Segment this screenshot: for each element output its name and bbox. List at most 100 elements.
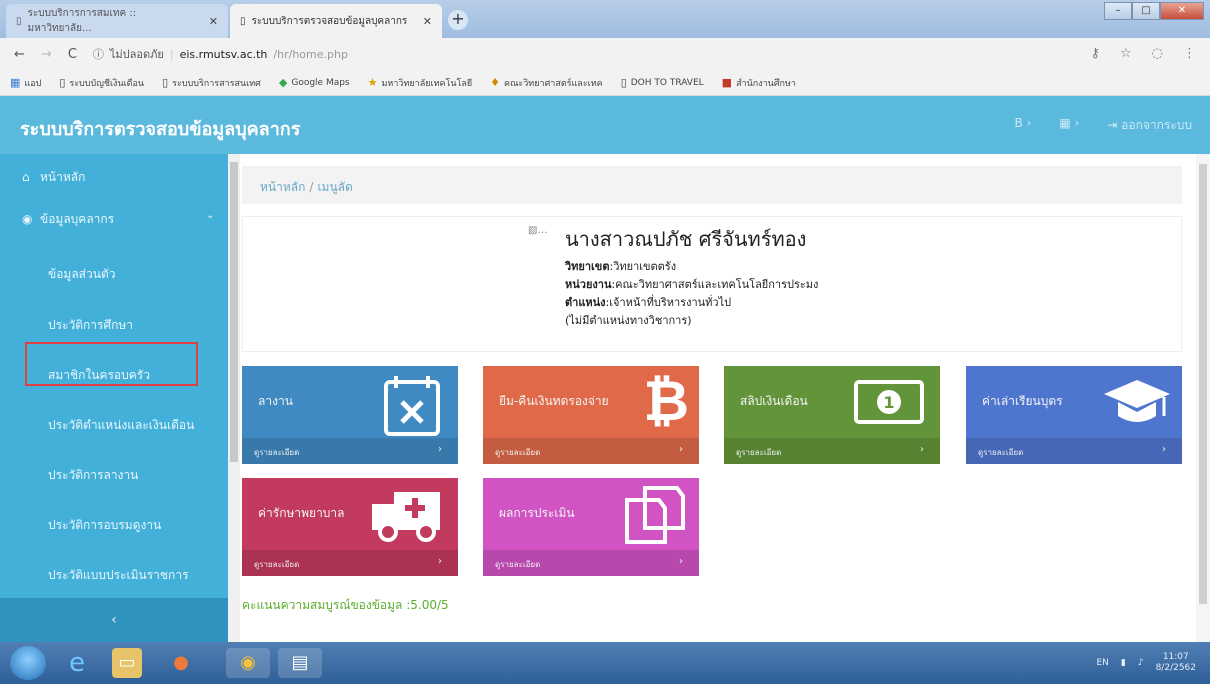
- bookmark-item[interactable]: ▯ ระบบบริการสารสนเทศ: [162, 76, 261, 90]
- security-label: ไม่ปลอดภัย: [109, 48, 164, 61]
- profile-unit: หน่วยงาน:คณะวิทยาศาสตร์และเทคโนโลยีการปร…: [565, 275, 818, 293]
- logout-label: ออกจากระบบ: [1121, 118, 1192, 132]
- info-icon: ⓘ: [92, 48, 104, 61]
- media-icon[interactable]: ●: [166, 648, 196, 678]
- position-label: ตำแหน่ง: [565, 296, 606, 309]
- back-button[interactable]: ←: [14, 47, 25, 62]
- browser-tab-2[interactable]: ▯ ระบบบริการตรวจสอบข้อมูลบุคลากร ✕: [230, 4, 442, 38]
- card-footer-label: ดูรายละเอียด: [736, 448, 782, 457]
- browser-tab-1[interactable]: ▯ ระบบบริการการสมเทค :: มหาวิทยาลัย... ✕: [6, 4, 228, 38]
- logout-button[interactable]: ⇥ ออกจากระบบ: [1107, 116, 1192, 135]
- bookmark-item[interactable]: ♦ คณะวิทยาศาสตร์และเทค: [490, 76, 603, 90]
- card-footer[interactable]: ดูรายละเอียด ›: [483, 438, 699, 464]
- clock-date: 8/2/2562: [1155, 663, 1196, 673]
- unit-label: หน่วยงาน: [565, 278, 612, 291]
- window-controls: – □ ✕: [1104, 2, 1204, 20]
- key-icon[interactable]: ⚷: [1090, 46, 1100, 61]
- scrollbar-thumb[interactable]: [230, 162, 238, 462]
- sidebar-scrollbar[interactable]: [228, 154, 240, 642]
- breadcrumb-separator: /: [309, 180, 314, 194]
- avatar: ▨…: [528, 225, 548, 236]
- close-icon[interactable]: ✕: [209, 15, 218, 28]
- app-title: ระบบบริการตรวจสอบข้อมูลบุคลากร: [20, 119, 301, 140]
- card-footer-label: ดูรายละเอียด: [495, 448, 541, 457]
- card-leave[interactable]: ลางาน ดูรายละเอียด ›: [242, 366, 458, 464]
- card-footer[interactable]: ดูรายละเอียด ›: [242, 550, 458, 576]
- close-icon[interactable]: ✕: [423, 15, 432, 28]
- card-payslip[interactable]: สลิปเงินเดือน 1 ดูรายละเอียด ›: [724, 366, 940, 464]
- card-title: สลิปเงินเดือน: [740, 394, 808, 408]
- graduation-cap-icon: [1104, 380, 1170, 422]
- bookmark-item[interactable]: ▯ DOH TO TRAVEL: [621, 76, 704, 89]
- card-loan[interactable]: ยืม-คืนเงินทดรองจ่าย ₿ ดูรายละเอียด ›: [483, 366, 699, 464]
- sidebar-item-evaluation[interactable]: ประวัติแบบประเมินราชการ: [0, 566, 228, 585]
- profile-name: นางสาวณปภัช ศรีจันทร์ทอง: [565, 227, 807, 251]
- card-evaluation[interactable]: ผลการประเมิน ดูรายละเอียด ›: [483, 478, 699, 576]
- svg-text:1: 1: [883, 393, 894, 412]
- clock[interactable]: 11:07 8/2/2562: [1156, 652, 1196, 674]
- breadcrumb-home[interactable]: หน้าหลัก: [260, 180, 305, 194]
- sidebar-item-training[interactable]: ประวัติการอบรมดูงาน: [0, 516, 228, 535]
- bookmark-item[interactable]: ■ สำนักงานศึกษา: [722, 76, 796, 90]
- calendar-icon[interactable]: ▦ ›: [1059, 116, 1079, 135]
- network-icon[interactable]: ▮: [1121, 658, 1126, 668]
- campus-value: :วิทยาเขตตรัง: [609, 260, 677, 273]
- user-icon: ◉: [22, 212, 33, 226]
- bookmark-label: DOH TO TRAVEL: [630, 77, 704, 88]
- folder-icon[interactable]: ▭: [112, 648, 142, 678]
- url-field[interactable]: ⓘ ไม่ปลอดภัย | eis.rmutsv.ac.th/hr/home.…: [93, 45, 348, 63]
- minimize-button[interactable]: –: [1104, 2, 1132, 20]
- page-icon: ▯: [59, 76, 66, 89]
- card-footer-label: ดูรายละเอียด: [978, 448, 1024, 457]
- sidebar-item-home[interactable]: ⌂ หน้าหลัก: [22, 168, 250, 187]
- sidebar-item-label: ประวัติการอบรมดูงาน: [48, 518, 162, 532]
- new-tab-button[interactable]: +: [448, 10, 468, 30]
- card-footer-label: ดูรายละเอียด: [495, 560, 541, 569]
- word-icon[interactable]: ▤: [278, 648, 322, 678]
- card-medical[interactable]: ค่ารักษาพยาบาล ดูรายละเอียด ›: [242, 478, 458, 576]
- tab-title: ระบบบริการตรวจสอบข้อมูลบุคลากร: [251, 15, 408, 27]
- scrollbar-thumb[interactable]: [1199, 164, 1207, 604]
- sidebar-item-position-salary[interactable]: ประวัติตำแหน่งและเงินเดือน: [0, 416, 228, 435]
- ms-icon: ■: [721, 76, 733, 89]
- close-window-button[interactable]: ✕: [1160, 2, 1204, 20]
- start-button[interactable]: [10, 646, 46, 680]
- sidebar-group-personnel[interactable]: ◉ ข้อมูลบุคลากร ⌄: [22, 210, 250, 229]
- bookmark-item[interactable]: ◆ Google Maps: [279, 76, 350, 89]
- language-indicator[interactable]: EN: [1096, 658, 1108, 668]
- data-completeness-score: คะแนนความสมบูรณ์ของข้อมูล :5.00/5: [242, 598, 449, 612]
- reload-button[interactable]: C: [68, 47, 77, 62]
- notification-icon[interactable]: B ›: [1014, 116, 1031, 135]
- bookmark-item[interactable]: ★ มหาวิทยาลัยเทคโนโลยี: [368, 76, 473, 90]
- card-tuition[interactable]: ค่าเล่าเรียนบุตร ดูรายละเอียด ›: [966, 366, 1182, 464]
- card-footer[interactable]: ดูรายละเอียด ›: [724, 438, 940, 464]
- ie-icon[interactable]: e: [62, 648, 92, 678]
- page-icon: ▯: [16, 15, 22, 27]
- card-footer[interactable]: ดูรายละเอียด ›: [242, 438, 458, 464]
- page-icon: ▯: [620, 76, 627, 89]
- faculty-icon: ♦: [490, 76, 501, 89]
- card-footer-label: ดูรายละเอียด: [254, 560, 300, 569]
- menu-icon[interactable]: ⋮: [1183, 46, 1196, 61]
- star-icon[interactable]: ☆: [1120, 46, 1132, 61]
- bookmark-item[interactable]: ▯ ระบบบัญชีเงินเดือน: [59, 76, 144, 90]
- chrome-icon[interactable]: ◉: [226, 648, 270, 678]
- maps-icon: ◆: [278, 76, 288, 89]
- forward-button[interactable]: →: [41, 47, 52, 62]
- ambulance-icon: [372, 492, 440, 542]
- sidebar-item-personal[interactable]: ข้อมูลส่วนตัว: [0, 265, 228, 284]
- unit-value: :คณะวิทยาศาสตร์และเทคโนโลยีการประมง: [611, 278, 819, 291]
- extension-icon[interactable]: ◌: [1152, 46, 1163, 61]
- page-scrollbar[interactable]: [1196, 154, 1210, 642]
- sidebar-collapse-button[interactable]: ‹: [0, 598, 228, 642]
- volume-icon[interactable]: ♪: [1138, 658, 1144, 668]
- card-footer[interactable]: ดูรายละเอียด ›: [483, 550, 699, 576]
- url-path: /hr/home.php: [273, 47, 348, 61]
- chevron-right-icon: ›: [679, 556, 683, 567]
- card-footer[interactable]: ดูรายละเอียด ›: [966, 438, 1182, 464]
- sidebar-item-leave[interactable]: ประวัติการลางาน: [0, 466, 228, 485]
- bookmark-label: สำนักงานศึกษา: [736, 78, 796, 89]
- bookmark-apps[interactable]: ▦ แอป: [10, 76, 41, 90]
- sidebar-item-education[interactable]: ประวัติการศึกษา: [0, 316, 228, 335]
- maximize-button[interactable]: □: [1132, 2, 1160, 20]
